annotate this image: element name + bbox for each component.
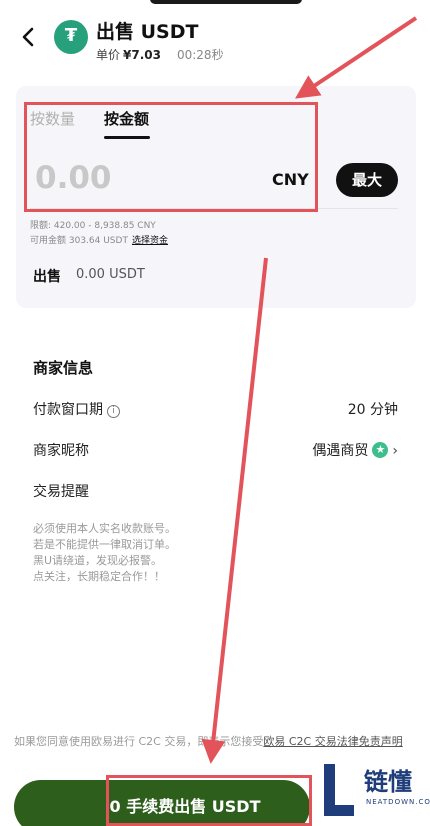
watermark-brand: 链懂 <box>364 768 412 796</box>
watermark-site: NEATDOWN.COM <box>366 798 430 806</box>
brand-logo-icon <box>324 764 354 816</box>
arrow-to-button <box>201 257 268 764</box>
arrow-to-input <box>295 16 418 99</box>
watermark: 链懂 NEATDOWN.COM <box>318 756 430 826</box>
annotation-arrows <box>201 16 418 764</box>
